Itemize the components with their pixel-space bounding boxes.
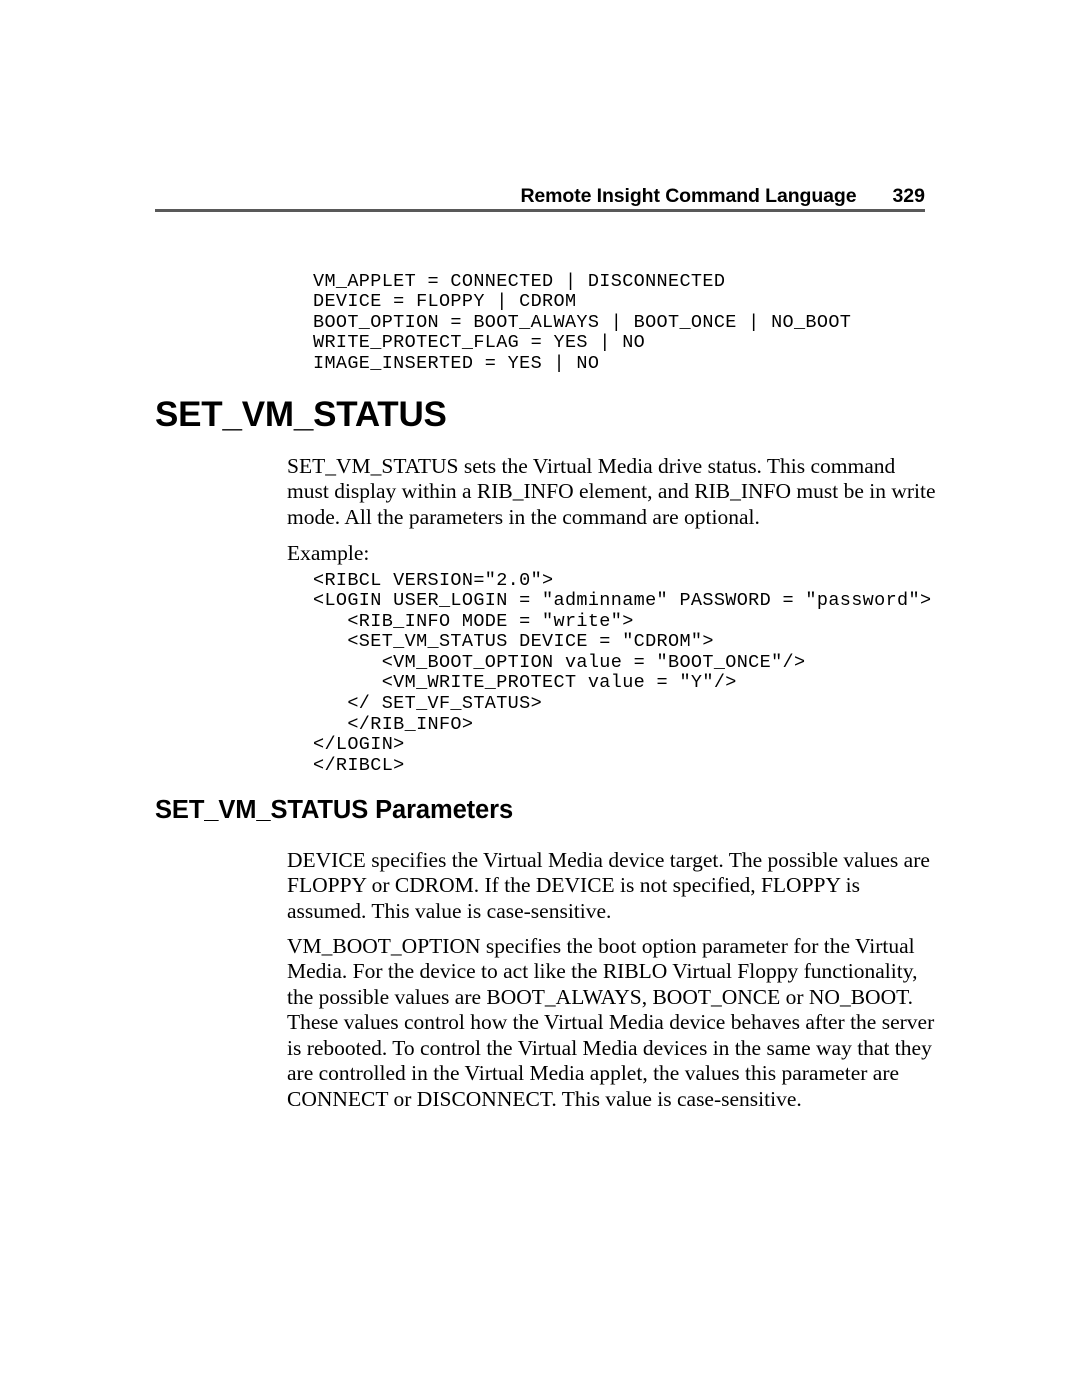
header-divider-rule xyxy=(155,209,925,212)
example-code-block: <RIBCL VERSION="2.0"> <LOGIN USER_LOGIN … xyxy=(313,569,932,776)
page-title: SET_VM_STATUS xyxy=(155,395,447,435)
running-header: Remote Insight Command Language 329 xyxy=(155,185,925,208)
header-title: Remote Insight Command Language xyxy=(520,185,857,207)
example-label: Example: xyxy=(287,540,370,565)
page-number: 329 xyxy=(892,185,925,207)
document-page: Remote Insight Command Language 329 VM_A… xyxy=(0,0,1080,1397)
vm-boot-option-paragraph: VM_BOOT_OPTION specifies the boot option… xyxy=(287,933,935,1111)
intro-paragraph: SET_VM_STATUS sets the Virtual Media dri… xyxy=(287,453,936,529)
section-heading-parameters: SET_VM_STATUS Parameters xyxy=(155,796,514,825)
device-parameter-paragraph: DEVICE specifies the Virtual Media devic… xyxy=(287,847,930,923)
syntax-code-block: VM_APPLET = CONNECTED | DISCONNECTED DEV… xyxy=(313,270,852,374)
